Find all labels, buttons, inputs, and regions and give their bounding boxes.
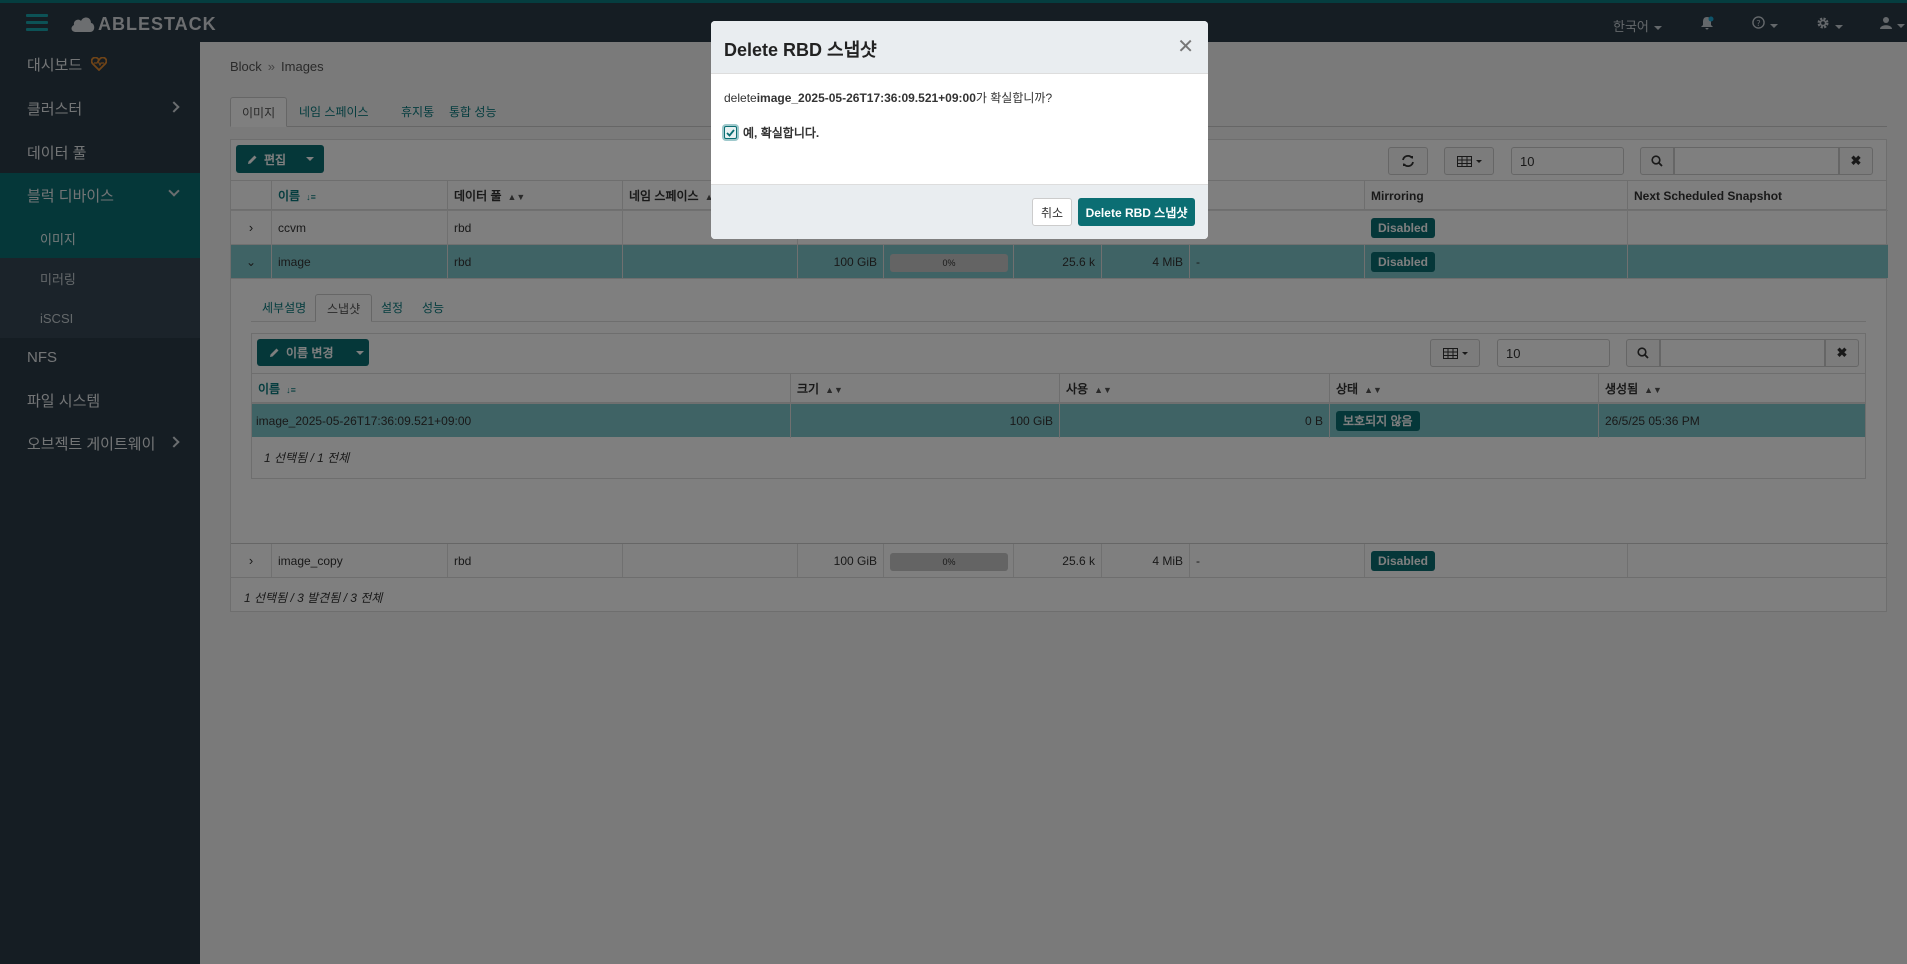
confirm-checkbox[interactable] <box>724 126 737 139</box>
close-icon[interactable]: ✕ <box>1177 37 1194 57</box>
modal-header: Delete RBD 스냅샷 ✕ <box>711 21 1208 74</box>
message-prefix: delete <box>724 91 757 105</box>
check-icon <box>726 128 735 137</box>
snapshot-name: image_2025-05-26T17:36:09.521+09:00 <box>756 91 976 105</box>
confirm-message: deleteimage_2025-05-26T17:36:09.521+09:0… <box>724 89 1195 106</box>
modal-title: Delete RBD 스냅샷 <box>724 40 877 60</box>
confirm-checkbox-row: 예, 확실합니다. <box>724 124 1195 141</box>
cancel-button[interactable]: 취소 <box>1032 198 1072 226</box>
delete-snapshot-button[interactable]: Delete RBD 스냅샷 <box>1078 198 1195 226</box>
modal-footer: 취소 Delete RBD 스냅샷 <box>711 184 1208 239</box>
delete-snapshot-modal: Delete RBD 스냅샷 ✕ deleteimage_2025-05-26T… <box>711 21 1208 239</box>
confirm-checkbox-label[interactable]: 예, 확실합니다. <box>743 124 819 141</box>
message-suffix: 가 확실합니까? <box>975 91 1053 105</box>
modal-body: deleteimage_2025-05-26T17:36:09.521+09:0… <box>711 74 1208 184</box>
